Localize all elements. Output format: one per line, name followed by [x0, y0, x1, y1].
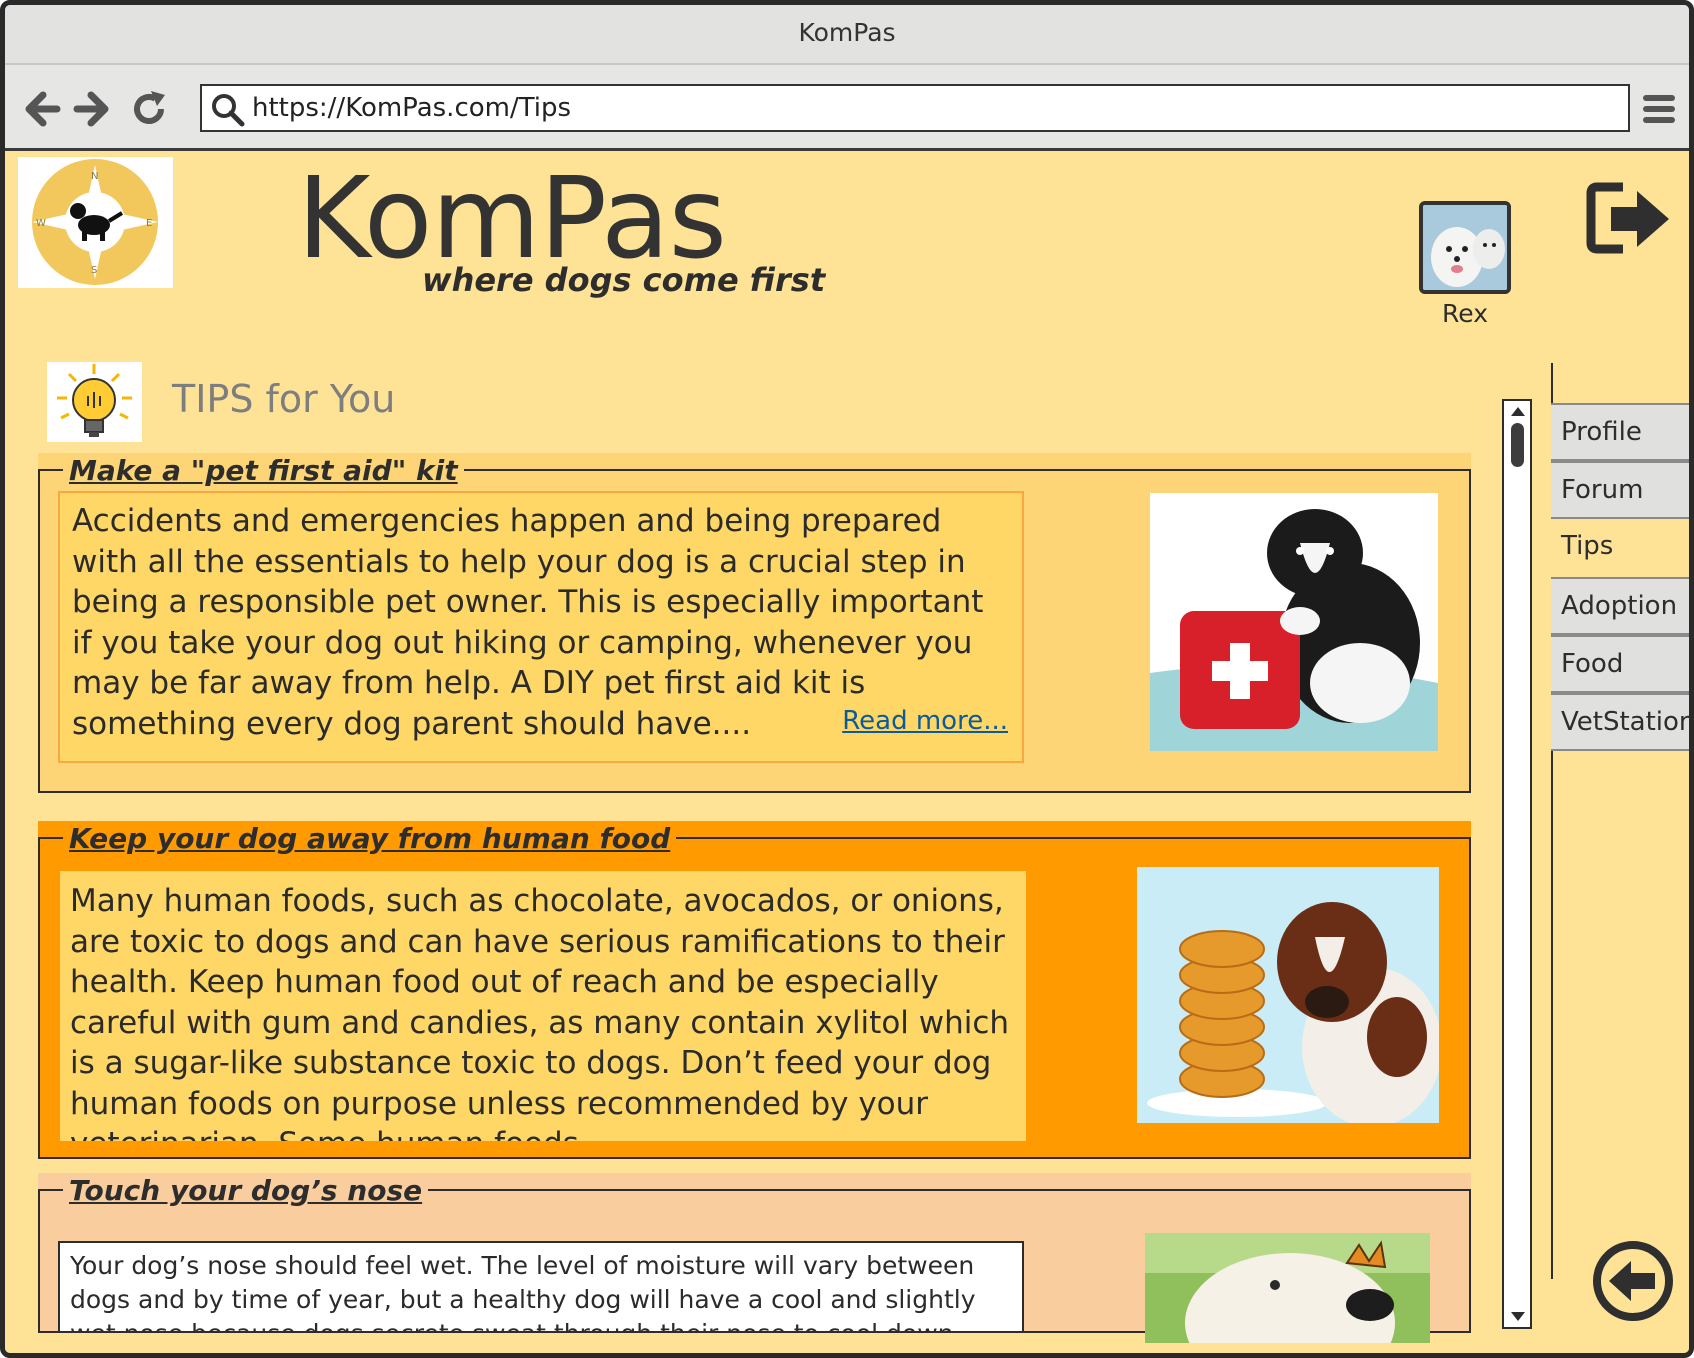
browser-toolbar — [5, 65, 1689, 151]
tip-card-nose: Touch your dog’s nose Your dog’s nose sh… — [38, 1173, 1471, 1343]
scroll-down-arrow-icon[interactable] — [1511, 1312, 1525, 1321]
reload-icon[interactable] — [129, 89, 169, 129]
back-circle-icon[interactable] — [1591, 1239, 1675, 1323]
user-avatar[interactable] — [1419, 201, 1511, 294]
tip-card-human-food: Keep your dog away from human food Many … — [38, 821, 1471, 1159]
vertical-scrollbar[interactable] — [1502, 399, 1532, 1329]
tab-forum[interactable]: Forum — [1551, 461, 1689, 519]
hamburger-menu-icon[interactable] — [1637, 87, 1681, 131]
dog-donuts-image — [1137, 867, 1439, 1123]
tip-text: Many human foods, such as chocolate, avo… — [70, 883, 1010, 1141]
logout-icon[interactable] — [1585, 181, 1675, 257]
tip-text-box: Your dog’s nose should feel wet. The lev… — [58, 1241, 1024, 1333]
svg-text:S: S — [91, 265, 97, 276]
scroll-up-arrow-icon[interactable] — [1511, 407, 1525, 416]
first-aid-puppy-image — [1150, 493, 1438, 751]
lightbulb-icon — [47, 362, 142, 442]
brand-tagline: where dogs come first — [422, 261, 826, 299]
tip-title[interactable]: Touch your dog’s nose — [63, 1173, 429, 1209]
forward-arrow-icon[interactable] — [73, 89, 113, 129]
tip-text: Your dog’s nose should feel wet. The lev… — [70, 1251, 976, 1331]
tab-profile[interactable]: Profile — [1551, 403, 1689, 461]
tip-title[interactable]: Make a "pet first aid" kit — [63, 453, 464, 489]
read-more-link[interactable]: Read more... — [842, 700, 1008, 741]
kompas-logo[interactable]: N S W E — [18, 157, 173, 288]
scrollbar-thumb[interactable] — [1511, 423, 1524, 467]
back-arrow-icon[interactable] — [21, 89, 61, 129]
section-heading: TIPS for You — [172, 377, 396, 421]
svg-text:N: N — [91, 171, 98, 182]
browser-window: KomPas https://KomPas.com/Tips N S W E K… — [0, 0, 1694, 1358]
tab-food[interactable]: Food — [1551, 635, 1689, 693]
window-title: KomPas — [5, 5, 1689, 65]
tip-text-box: Many human foods, such as chocolate, avo… — [60, 871, 1026, 1141]
tip-title[interactable]: Keep your dog away from human food — [63, 821, 677, 857]
svg-text:E: E — [146, 218, 152, 229]
tab-vetstation[interactable]: VetStation — [1551, 693, 1689, 751]
dog-nose-butterfly-image — [1145, 1233, 1430, 1343]
user-name: Rex — [1442, 299, 1488, 328]
tab-adoption[interactable]: Adoption — [1551, 577, 1689, 635]
sidebar-nav: Profile Forum Tips Adoption Food VetStat… — [1551, 403, 1689, 751]
tab-tips[interactable]: Tips — [1551, 519, 1689, 577]
search-icon — [212, 94, 245, 127]
svg-text:W: W — [36, 218, 46, 229]
tip-card-first-aid: Make a "pet first aid" kit Accidents and… — [38, 453, 1471, 793]
tip-text-box: Accidents and emergencies happen and bei… — [58, 491, 1024, 763]
page-content: N S W E KomPas where dogs come first Rex — [5, 151, 1689, 1353]
address-bar[interactable] — [200, 84, 1630, 132]
url-input[interactable] — [252, 89, 1612, 127]
